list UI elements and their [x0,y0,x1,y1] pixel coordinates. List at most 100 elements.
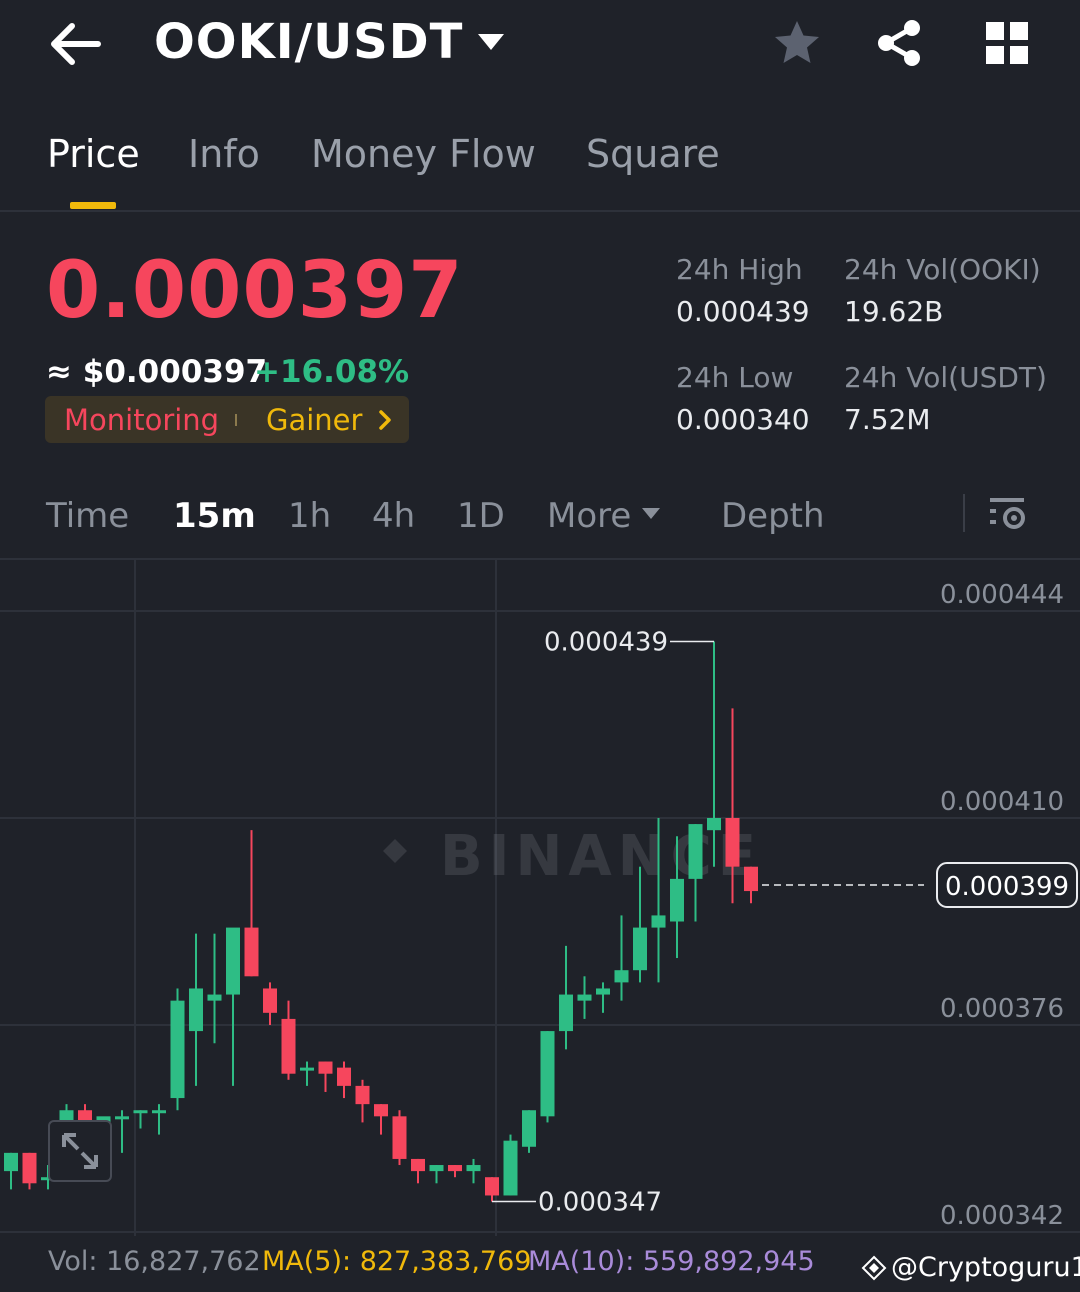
candle [318,1061,333,1092]
candle-body [226,927,240,995]
expand-icon [62,1133,98,1169]
candle [263,982,277,1025]
depth-tab[interactable]: Depth [721,496,825,536]
candle-body [707,818,721,831]
candle [374,1104,388,1135]
active-tab-indicator [70,202,116,209]
pair-title[interactable]: OOKI/USDT [154,14,463,70]
vol-base-value: 19.62B [844,295,944,328]
candle [226,927,240,1086]
candle-body [207,994,222,1001]
back-arrow-icon[interactable] [44,18,108,70]
candle [614,915,629,1001]
candle-body [244,927,259,977]
candle-body [651,915,666,928]
candle [466,1158,481,1184]
candle [4,1152,18,1190]
candle [522,1110,536,1153]
binance-watermark: BINANCE [383,824,756,889]
fiat-price: ≈ $0.000397 [46,354,268,390]
interval-4h[interactable]: 4h [372,496,415,536]
candle-body [263,988,277,1013]
candle-body [189,988,203,1032]
tab-info[interactable]: Info [188,132,260,176]
interval-1d[interactable]: 1D [457,496,505,536]
candle-body [300,1067,314,1071]
low-marker-label: 0.000347 [538,1188,662,1218]
candle-body [133,1110,148,1114]
candle-body [559,994,573,1032]
tab-price[interactable]: Price [47,132,140,176]
candle-body [115,1116,129,1120]
vol-quote-label: 24h Vol(USDT) [844,361,1047,394]
candle [688,824,703,922]
grid-icon[interactable] [980,16,1034,70]
candle [355,1079,370,1123]
candle-body [596,988,610,995]
candle [189,933,203,1086]
caret-down-icon[interactable] [474,28,508,58]
candle-body [503,1140,518,1196]
tab-money-flow[interactable]: Money Flow [311,132,536,176]
current-price-label: 0.000399 [945,872,1069,902]
candle [115,1110,129,1153]
candle-body [614,970,629,983]
candle-body [466,1165,481,1172]
last-price: 0.000397 [46,246,464,336]
candle-body [577,994,592,1001]
ma10-readout: MA(10): 559,892,945 [528,1246,815,1277]
interval-time[interactable]: Time [46,496,129,536]
candle-body [485,1177,499,1196]
candle-body [688,824,703,879]
candle-body [522,1110,536,1147]
candle [300,1061,314,1086]
candle-body [337,1067,351,1086]
candle-body [4,1152,18,1172]
tabs-divider [0,210,1080,212]
ma5-readout: MA(5): 827,383,769 [262,1246,532,1277]
candle [540,1031,555,1123]
gainer-tag[interactable]: Gainer [266,403,362,437]
candle [429,1165,444,1184]
vol-quote-value: 7.52M [844,403,931,436]
interval-1h[interactable]: 1h [288,496,331,536]
candle-body [429,1165,444,1172]
candle-body [670,878,684,922]
candle [244,830,259,977]
low-value: 0.000340 [676,403,810,436]
interval-separator [963,494,965,532]
interval-more[interactable]: More [547,496,631,536]
share-icon[interactable] [872,16,926,70]
candle [744,866,758,904]
y-tick-label: 0.000444 [940,580,1064,610]
interval-15m[interactable]: 15m [173,496,256,536]
candle-body [744,866,758,892]
high-label: 24h High [676,253,803,286]
monitoring-tag[interactable]: Monitoring [64,403,219,437]
candle-body [374,1104,388,1117]
candle-body [281,1018,296,1074]
candle [152,1104,166,1135]
candle-body [411,1158,425,1172]
candle [337,1061,351,1099]
star-icon[interactable] [770,16,824,70]
chevron-right-icon[interactable] [372,407,398,433]
candle [392,1110,407,1166]
expand-chart-button[interactable] [48,1120,112,1182]
more-caret-icon[interactable] [640,506,662,522]
candle-body [170,1000,185,1099]
candlestick-chart[interactable]: BINANCE 0.000444 0.000410 0.000376 0.000342… [0,560,1080,1236]
candle-body [152,1110,166,1114]
candle-body [725,818,740,867]
author-handle: @Cryptoguru12 [891,1252,1080,1283]
chart-settings-icon[interactable] [986,494,1030,534]
candle [559,945,573,1050]
candle [596,982,610,1013]
y-tick-label: 0.000376 [940,994,1064,1024]
tab-square[interactable]: Square [586,132,720,176]
binance-logo-icon [860,1254,888,1282]
candle-body [22,1152,37,1184]
low-label: 24h Low [676,361,794,394]
volume-readout: Vol: 16,827,762 [48,1246,261,1277]
vol-base-label: 24h Vol(OOKI) [844,253,1041,286]
